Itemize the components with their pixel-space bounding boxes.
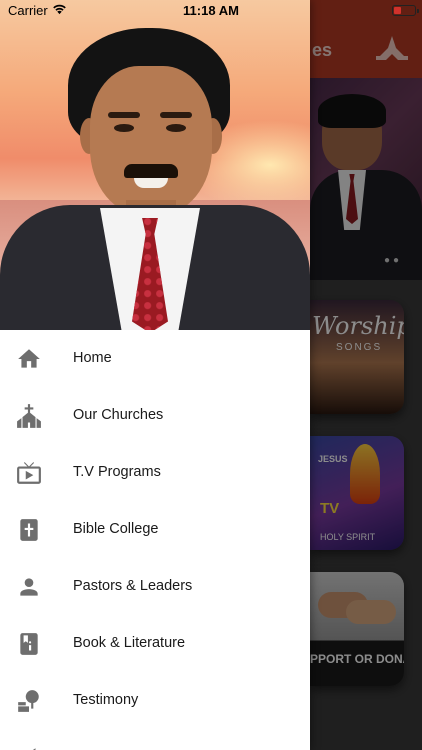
menu-item-label: Home [73, 350, 112, 366]
megaphone-icon [16, 745, 42, 750]
menu-item-label: Pastors & Leaders [73, 578, 193, 594]
pastor-icon [16, 574, 42, 600]
menu-item-testimony[interactable]: Testimony [0, 672, 310, 729]
menu-item-home[interactable]: Home [0, 330, 310, 387]
testimony-icon [16, 688, 42, 714]
home-icon [16, 346, 42, 372]
battery-icon [392, 5, 419, 16]
menu-item-label: T.V Programs [73, 464, 161, 480]
menu-item-pastors-leaders[interactable]: Pastors & Leaders [0, 558, 310, 615]
menu-item-tv-programs[interactable]: T.V Programs [0, 444, 310, 501]
menu-item-bible-college[interactable]: Bible College [0, 501, 310, 558]
drawer-menu: Home Our Churches T.V Programs Bible Col… [0, 330, 310, 750]
menu-item-book-literature[interactable]: Book & Literature [0, 615, 310, 672]
status-time: 11:18 AM [183, 3, 239, 18]
status-bar: Carrier 11:18 AM [0, 0, 422, 20]
menu-item-label: Our Churches [73, 407, 164, 423]
menu-item-label: Bible College [73, 521, 159, 537]
tv-icon [16, 460, 42, 486]
menu-item-our-churches[interactable]: Our Churches [0, 387, 310, 444]
menu-item-label: Book & Literature [73, 635, 186, 651]
bible-icon [16, 517, 42, 543]
menu-item-label: Testimony [73, 692, 139, 708]
navigation-drawer: Home Our Churches T.V Programs Bible Col… [0, 0, 310, 750]
menu-item-more[interactable] [0, 729, 310, 750]
drawer-header-photo [0, 0, 310, 330]
battery-level [394, 7, 401, 14]
church-icon [16, 403, 42, 429]
book-icon [16, 631, 42, 657]
